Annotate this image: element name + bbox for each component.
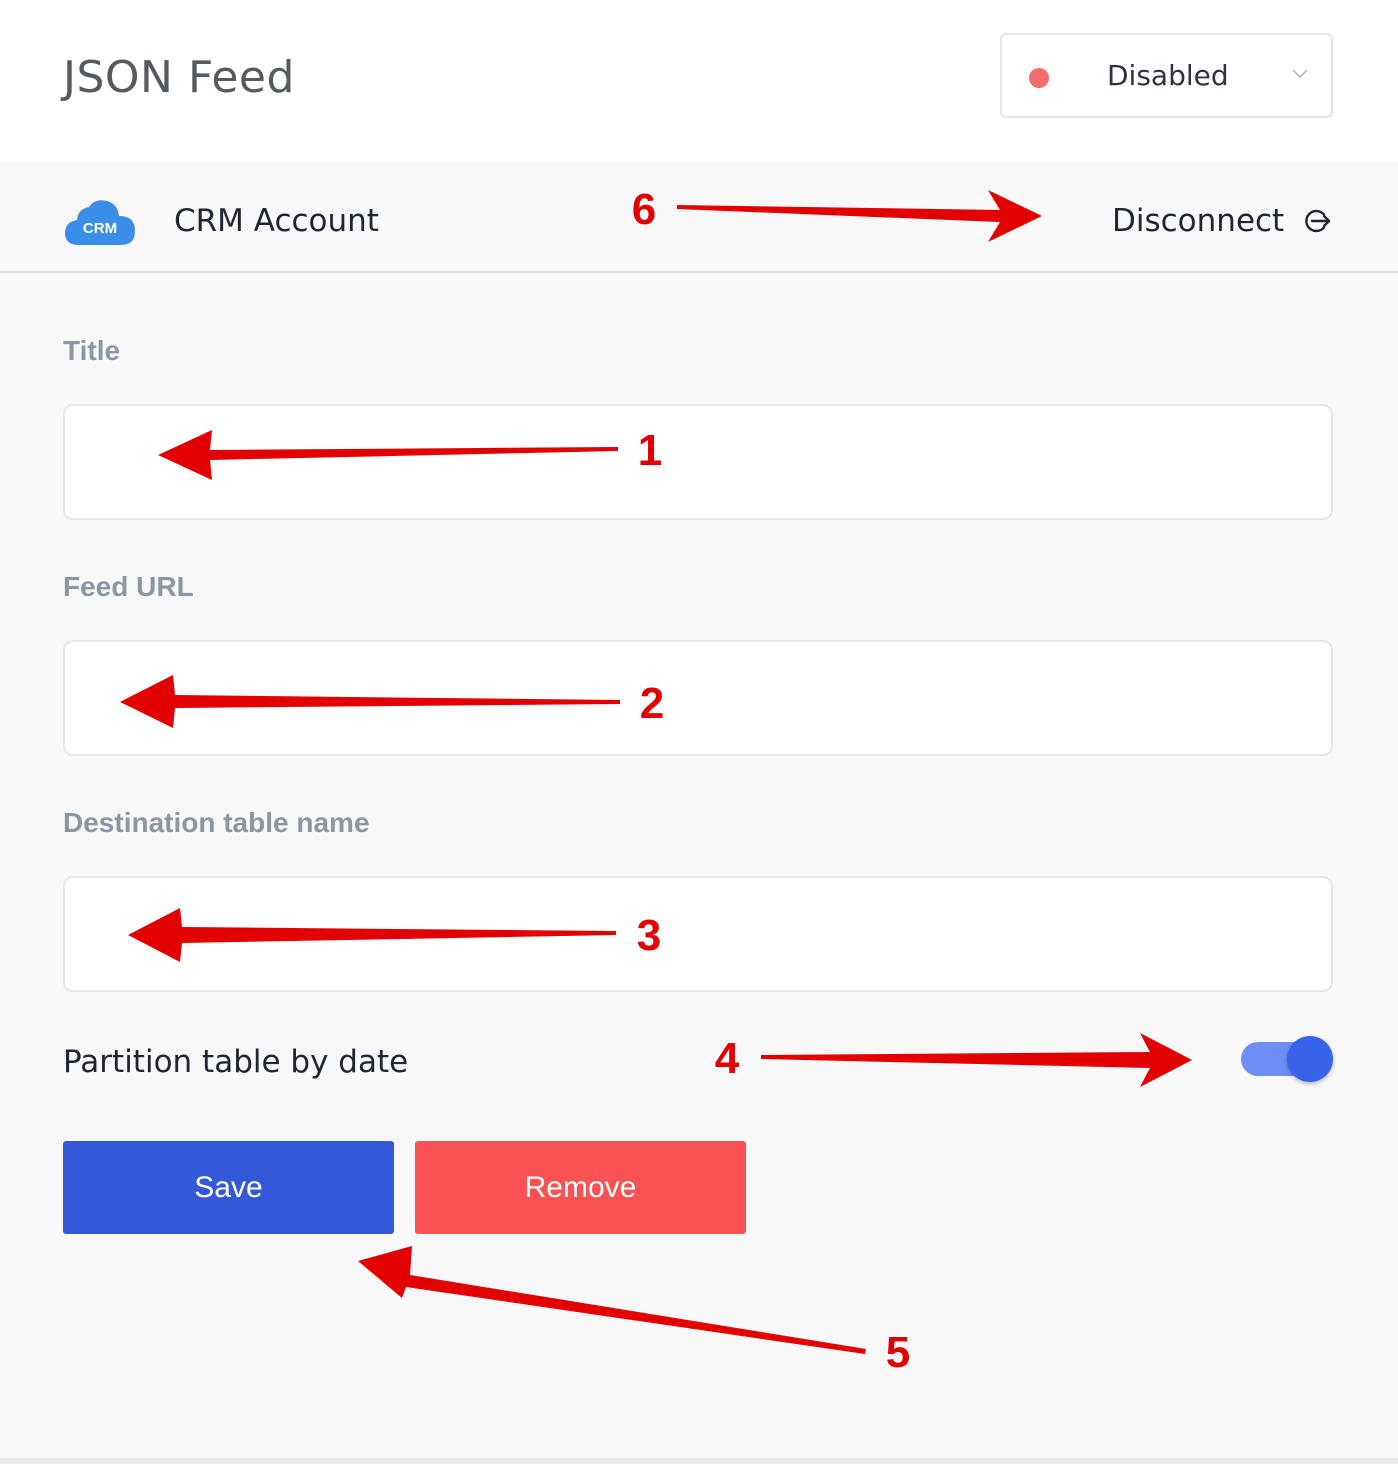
annotation-arrow-5 — [358, 1246, 866, 1354]
crm-icon-text: CRM — [83, 220, 117, 237]
annotation-5: 5 — [886, 1328, 910, 1377]
disconnect-label: Disconnect — [1112, 203, 1285, 239]
title-label: Title — [63, 335, 121, 366]
account-name: CRM Account — [174, 203, 379, 239]
logout-icon — [1305, 209, 1331, 233]
header: JSON Feed Disabled — [0, 0, 1398, 163]
annotation-4: 4 — [715, 1034, 740, 1083]
feed-url-label: Feed URL — [63, 571, 194, 602]
remove-button[interactable]: Remove — [415, 1141, 746, 1234]
annotation-arrow-4 — [761, 1033, 1192, 1087]
bottom-divider — [0, 1458, 1398, 1464]
account-bar: CRM CRM Account Disconnect — [0, 163, 1398, 273]
crm-cloud-icon: CRM — [65, 200, 135, 245]
status-dropdown[interactable]: Disabled — [1000, 33, 1333, 118]
destination-table-input[interactable] — [63, 876, 1333, 992]
toggle-knob — [1287, 1036, 1333, 1082]
page-title: JSON Feed — [63, 52, 295, 103]
status-dot-icon — [1029, 68, 1049, 88]
chevron-down-icon — [1292, 69, 1308, 79]
save-button[interactable]: Save — [63, 1141, 394, 1234]
feed-url-input[interactable] — [63, 640, 1333, 756]
partition-toggle[interactable] — [1241, 1036, 1333, 1082]
disconnect-button[interactable]: Disconnect — [1112, 199, 1332, 243]
title-input[interactable] — [63, 404, 1333, 520]
partition-toggle-label: Partition table by date — [63, 1044, 409, 1080]
status-label: Disabled — [1107, 59, 1229, 92]
destination-table-label: Destination table name — [63, 807, 370, 838]
